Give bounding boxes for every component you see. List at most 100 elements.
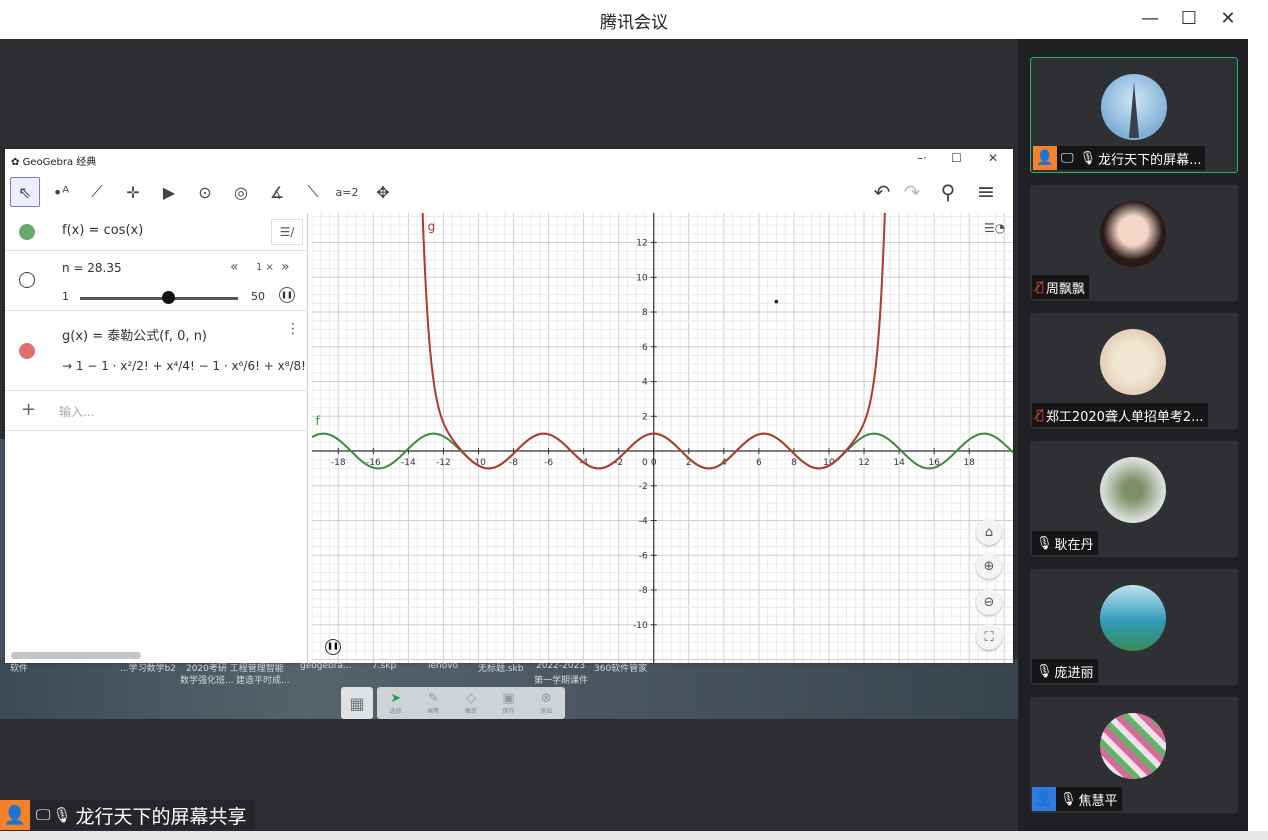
annotation-tool-eraser[interactable]: ◇ 橡皮 bbox=[465, 690, 477, 715]
eraser-icon: ◇ bbox=[465, 690, 476, 706]
line-tool-icon[interactable]: ⟋ bbox=[82, 177, 112, 207]
participant-tile[interactable]: 👤 🖵 🎙 龙行天下的屏幕... bbox=[1030, 57, 1238, 173]
animation-pause-icon[interactable]: ❚❚ bbox=[325, 639, 341, 655]
algebra-row-f[interactable]: f(x) = cos(x) ☰∕ bbox=[5, 213, 308, 251]
visibility-toggle-n[interactable] bbox=[19, 272, 35, 288]
x-tick-label: -14 bbox=[401, 458, 416, 468]
y-tick-label: 10 bbox=[636, 273, 648, 283]
move-tool-icon[interactable]: ⇖ bbox=[10, 177, 40, 207]
avatar bbox=[1100, 457, 1166, 523]
close-button[interactable]: ✕ bbox=[1214, 6, 1242, 32]
share-title: 龙行天下的屏幕共享 bbox=[75, 805, 247, 828]
slider-track-n[interactable] bbox=[80, 297, 238, 300]
point-tool-icon[interactable]: •ᴬ bbox=[46, 177, 76, 207]
window-edge bbox=[1248, 39, 1268, 831]
redo-icon[interactable]: ↷ bbox=[897, 177, 927, 207]
more-options-icon[interactable]: ⋮ bbox=[286, 321, 300, 337]
slider-tool-icon[interactable]: a=2 bbox=[332, 177, 362, 207]
microphone-icon: 🎙 bbox=[52, 806, 72, 824]
title-bar: 腾讯会议 — ☐ ✕ bbox=[0, 0, 1268, 39]
geogebra-minimize-button[interactable]: –· bbox=[917, 151, 927, 165]
perpendicular-tool-icon[interactable]: ✛ bbox=[118, 177, 148, 207]
circle-tool-icon[interactable]: ⊙ bbox=[190, 177, 220, 207]
conic-tool-icon[interactable]: ◎ bbox=[226, 177, 256, 207]
y-tick-label: -4 bbox=[639, 517, 648, 527]
x-tick-label: 18 bbox=[963, 458, 975, 468]
annotation-tool-group: ➤ 选择 ✎ 画笔 ◇ 橡皮 ▣ 保存 ⊗ 退出 bbox=[377, 687, 565, 719]
participant-name: 郑工2020聋人单招单考2... bbox=[1045, 409, 1204, 425]
move-view-tool-icon[interactable]: ✥ bbox=[368, 177, 398, 207]
screen: 腾讯会议 — ☐ ✕ 软件 ...学习数学b2 2020考研 工程管理智能 ge… bbox=[0, 0, 1268, 840]
visibility-toggle-f[interactable] bbox=[19, 224, 35, 240]
x-tick-label: 12 bbox=[858, 458, 869, 468]
geogebra-toolbar: ⇖ •ᴬ ⟋ ✛ ▶ ⊙ ◎ ∡ ⟍ a=2 ✥ ↶ ↷ ⚲ ≡ bbox=[5, 173, 1013, 213]
avatar bbox=[1100, 329, 1166, 395]
visibility-toggle-g[interactable] bbox=[19, 343, 35, 359]
algebra-row-g[interactable]: g(x) = 泰勒公式(f, 0, n) ⋮ → 1 − 1 · x²/2! +… bbox=[5, 311, 308, 391]
annotation-tool-exit[interactable]: ⊗ 退出 bbox=[540, 691, 553, 715]
speed-decrease-button[interactable]: « bbox=[230, 259, 239, 275]
geogebra-maximize-button[interactable]: ☐ bbox=[951, 151, 962, 165]
angle-tool-icon[interactable]: ∡ bbox=[262, 177, 292, 207]
graphics-settings-icon[interactable]: ☰◔ bbox=[984, 221, 1005, 235]
reflect-tool-icon[interactable]: ⟍ bbox=[298, 177, 328, 207]
save-icon: ▣ bbox=[502, 690, 515, 706]
y-tick-label: 6 bbox=[642, 343, 648, 353]
participant-panel: 👤 🖵 🎙 龙行天下的屏幕... 🎙̸ 周飘飘 🎙̸ 郑工2020聋人单招单考2… bbox=[1018, 39, 1248, 831]
fullscreen-icon[interactable]: ⛶ bbox=[976, 624, 1002, 650]
pause-icon[interactable]: ❚❚ bbox=[279, 287, 295, 303]
participant-namebar: 🎙 庞进丽 bbox=[1032, 659, 1098, 683]
home-icon[interactable]: ⌂ bbox=[976, 519, 1002, 545]
search-icon[interactable]: ⚲ bbox=[933, 177, 963, 207]
y-tick-label: -2 bbox=[639, 482, 648, 492]
participant-tile[interactable]: 🎙 庞进丽 bbox=[1030, 569, 1238, 685]
annotation-tool-pen[interactable]: ✎ 画笔 bbox=[427, 691, 440, 715]
algebra-scrollbar[interactable] bbox=[11, 652, 141, 659]
polygon-tool-icon[interactable]: ▶ bbox=[154, 177, 184, 207]
algebra-view: f(x) = cos(x) ☰∕ n = 28.35 « 1 × » 1 50 … bbox=[5, 213, 308, 663]
participant-namebar: 🎙 耿在丹 bbox=[1032, 531, 1098, 555]
algebra-input-row[interactable]: + 输入... bbox=[5, 391, 308, 431]
bottom-edge bbox=[0, 831, 1268, 840]
participant-name: 周飘飘 bbox=[1045, 281, 1085, 297]
slider-handle-n[interactable] bbox=[161, 291, 175, 304]
function-plot[interactable]: -18 -16 -14 -12 -10 -8 -6 -4 -2 0 2 4 6 8 10 12 14 16 18-1… bbox=[311, 179, 1014, 663]
x-tick-label: 0 bbox=[651, 458, 657, 468]
maximize-button[interactable]: ☐ bbox=[1175, 6, 1203, 32]
minimize-button[interactable]: — bbox=[1136, 6, 1164, 32]
participant-name: 焦慧平 bbox=[1078, 793, 1118, 809]
annotation-tool-save[interactable]: ▣ 保存 bbox=[502, 690, 515, 715]
participant-namebar: 🎙̸ 周飘飘 bbox=[1032, 275, 1089, 299]
annotation-toolbar: ▦ ➤ 选择 ✎ 画笔 ◇ 橡皮 ▣ 保存 ⊗ 退出 bbox=[341, 687, 565, 719]
annotation-tool-select[interactable]: ➤ 选择 bbox=[390, 691, 402, 715]
speed-increase-button[interactable]: » bbox=[281, 259, 290, 275]
algebra-row-n[interactable]: n = 28.35 « 1 × » 1 50 ❚❚ bbox=[5, 251, 308, 311]
expression-f: f(x) = cos(x) bbox=[62, 223, 144, 238]
annotation-tool-label: 画笔 bbox=[427, 707, 440, 715]
participant-tile[interactable]: 👤 🎙 焦慧平 bbox=[1030, 697, 1238, 813]
geogebra-close-button[interactable]: ✕ bbox=[988, 151, 998, 165]
grid-icon[interactable]: ▦ bbox=[341, 687, 373, 719]
microphone-icon: 🎙 bbox=[1079, 150, 1097, 166]
algebra-settings-icon[interactable]: ☰∕ bbox=[271, 219, 303, 245]
x-tick-label: -8 bbox=[509, 458, 518, 468]
zoom-in-icon[interactable]: ⊕ bbox=[976, 553, 1002, 579]
sharer-avatar-icon: 👤 bbox=[0, 800, 30, 830]
input-bar[interactable]: 输入... bbox=[59, 403, 94, 420]
participant-tile[interactable]: 🎙 耿在丹 bbox=[1030, 441, 1238, 557]
avatar bbox=[1100, 201, 1166, 267]
menu-icon[interactable]: ≡ bbox=[971, 177, 1001, 207]
y-tick-label: -8 bbox=[639, 586, 648, 596]
graphics-view[interactable]: -18 -16 -14 -12 -10 -8 -6 -4 -2 0 2 4 6 8 10 12 14 16 18 -1… bbox=[311, 179, 1014, 663]
screen-share-icon: 🖵 bbox=[1061, 150, 1074, 166]
undo-icon[interactable]: ↶ bbox=[867, 177, 897, 207]
x-tick-label: -12 bbox=[436, 458, 451, 468]
participant-tile[interactable]: 🎙̸ 郑工2020聋人单招单考2... bbox=[1030, 313, 1238, 429]
annotation-tool-label: 退出 bbox=[540, 707, 553, 715]
zoom-out-icon[interactable]: ⊖ bbox=[976, 589, 1002, 615]
origin-label: 0 bbox=[642, 458, 648, 468]
avatar bbox=[1100, 585, 1166, 651]
app-title: 腾讯会议 bbox=[600, 13, 668, 33]
microphone-muted-icon: 🎙̸ bbox=[1036, 407, 1044, 423]
participant-tile[interactable]: 🎙̸ 周飘飘 bbox=[1030, 185, 1238, 301]
